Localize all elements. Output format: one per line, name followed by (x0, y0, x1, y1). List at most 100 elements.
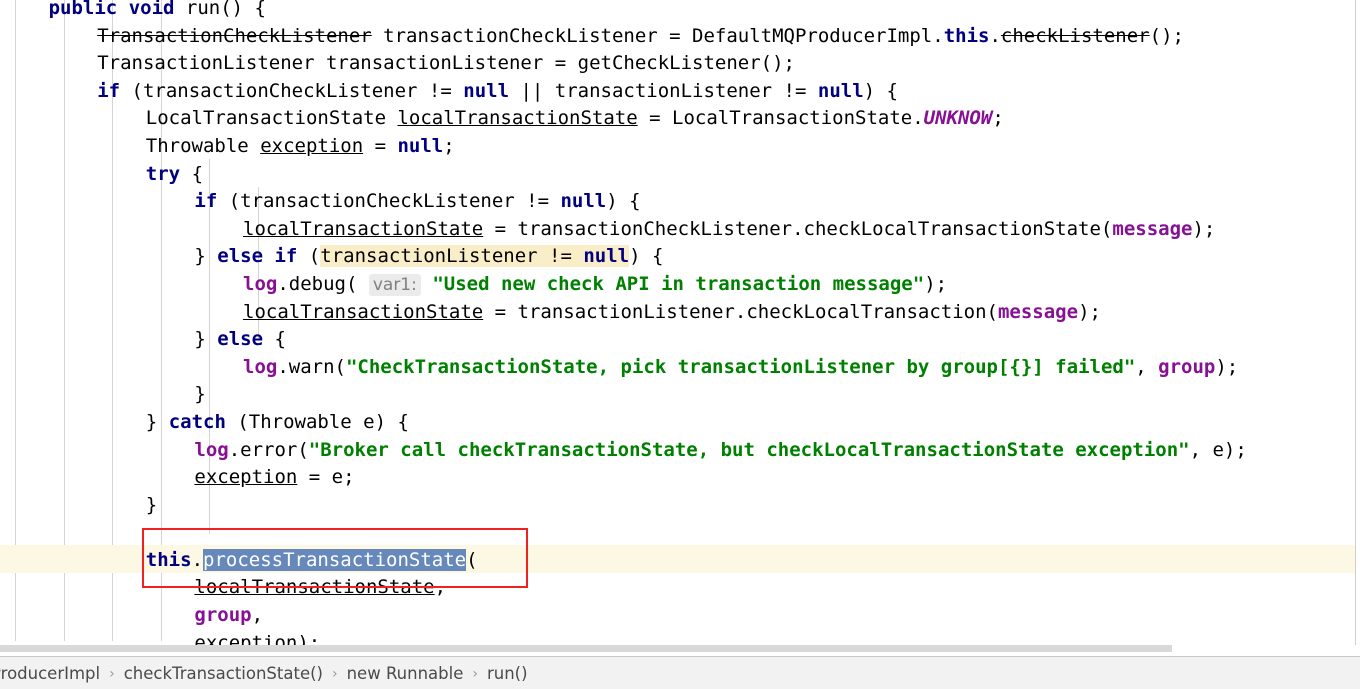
code-token: run() { (174, 0, 266, 19)
code-line[interactable]: group, (0, 602, 1360, 630)
code-token: ); (1078, 300, 1101, 323)
code-token: TransactionListener transactionListener … (97, 52, 795, 75)
code-line[interactable]: localTransactionState = transactionListe… (0, 299, 1360, 327)
code-token: (transactionCheckListener != (217, 190, 561, 213)
code-token: } (145, 493, 158, 516)
breadcrumb-item-check-transaction-state[interactable]: checkTransactionState() (124, 664, 323, 683)
code-token: ); (1192, 217, 1216, 240)
code-token: } (145, 410, 169, 433)
code-token: else (217, 328, 264, 351)
code-line[interactable]: if (transactionCheckListener != null) { (0, 188, 1360, 216)
code-token: null (397, 134, 444, 157)
code-line[interactable]: log.warn("CheckTransactionState, pick tr… (0, 354, 1360, 382)
breadcrumb-item-run[interactable]: run() (487, 664, 528, 683)
code-line[interactable]: } else { (0, 326, 1360, 354)
code-token: , (434, 576, 447, 599)
code-token: null (560, 190, 607, 213)
code-line[interactable]: log.debug( var1: "Used new check API in … (0, 271, 1360, 299)
code-line[interactable]: this.processTransactionState( (0, 547, 1360, 575)
code-token: exception (260, 134, 364, 157)
code-line[interactable]: exception = e; (0, 464, 1360, 492)
code-token: . (989, 24, 1001, 47)
code-token: } (194, 383, 206, 406)
code-line[interactable]: TransactionCheckListener transactionChec… (0, 23, 1360, 51)
code-token: ) { (629, 245, 664, 268)
breadcrumb-item-producer-impl[interactable]: ProducerImpl (0, 664, 100, 683)
code-line[interactable]: try { (0, 161, 1360, 189)
code-line[interactable]: } (0, 492, 1360, 520)
code-token: catch (168, 410, 226, 433)
code-line[interactable] (0, 519, 1360, 547)
code-token: transactionListener != (320, 245, 584, 268)
ide-editor-window: public void run() {TransactionCheckListe… (0, 0, 1360, 689)
code-token: ) { (863, 79, 898, 102)
breadcrumb-item-new-runnable[interactable]: new Runnable (347, 664, 464, 683)
code-line[interactable]: localTransactionState, (0, 574, 1360, 602)
code-token: "CheckTransactionState, pick transaction… (345, 355, 1136, 378)
code-line[interactable]: if (transactionCheckListener != null || … (0, 78, 1360, 106)
code-token: , (1135, 355, 1159, 378)
code-line[interactable]: log.error("Broker call checkTransactionS… (0, 437, 1360, 465)
code-token: void (128, 0, 175, 19)
code-line[interactable]: public void run() { (0, 0, 1360, 23)
code-token: Throwable (145, 134, 261, 157)
code-token: exception (194, 466, 298, 489)
code-token: ( (297, 245, 321, 268)
code-token: null (583, 245, 630, 268)
code-token: log (243, 272, 278, 295)
code-token: LocalTransactionState (145, 107, 398, 130)
code-token: public (48, 0, 118, 19)
code-token: ); (924, 272, 948, 295)
code-line[interactable]: } catch (Throwable e) { (0, 409, 1360, 437)
code-content[interactable]: public void run() {TransactionCheckListe… (0, 0, 1360, 652)
code-token: else if (217, 245, 298, 268)
code-token: "Broker call checkTransactionState, but … (308, 438, 1190, 461)
breadcrumb[interactable]: ProducerImpl › checkTransactionState() ›… (0, 656, 1360, 689)
code-editor[interactable]: public void run() {TransactionCheckListe… (0, 0, 1360, 652)
code-token: log (243, 355, 278, 378)
code-token: . (191, 548, 204, 571)
code-token: null (817, 79, 864, 102)
code-token: message (1112, 217, 1193, 240)
code-token: } (194, 328, 218, 351)
chevron-right-icon: › (472, 665, 478, 682)
code-token: transactionCheckListener = DefaultMQProd… (371, 24, 944, 47)
code-token: .warn( (277, 355, 346, 378)
code-token: localTransactionState (243, 217, 484, 240)
code-token: ) { (606, 190, 641, 213)
code-token: { (180, 162, 204, 185)
code-token: this (943, 24, 990, 47)
code-line[interactable]: localTransactionState = transactionCheck… (0, 216, 1360, 244)
code-token: = (363, 134, 398, 157)
code-token: = LocalTransactionState. (637, 107, 924, 130)
code-token: , e); (1189, 438, 1247, 461)
code-line[interactable]: } (0, 381, 1360, 409)
code-token: localTransactionState (243, 300, 484, 323)
code-token: processTransactionState (203, 548, 467, 571)
code-line[interactable]: TransactionListener transactionListener … (0, 50, 1360, 78)
horizontal-scrollbar-thumb[interactable] (0, 645, 1172, 652)
code-line[interactable]: LocalTransactionState localTransactionSt… (0, 105, 1360, 133)
code-token: if (97, 79, 121, 102)
code-line[interactable]: } else if (transactionListener != null) … (0, 243, 1360, 271)
code-token: TransactionCheckListener (97, 24, 372, 47)
code-token: localTransactionState (397, 107, 638, 130)
code-token: UNKNOW (923, 107, 993, 130)
code-token: = e; (297, 466, 355, 489)
code-token: = transactionCheckListener.checkLocalTra… (483, 217, 1113, 240)
code-token: log (194, 438, 229, 461)
code-token: (Throwable e) { (225, 410, 409, 433)
code-token: message (997, 300, 1079, 323)
code-token: { (263, 328, 286, 351)
code-token: (); (1149, 24, 1184, 47)
code-token: || transactionListener != (509, 79, 818, 102)
code-token: try (145, 162, 181, 185)
code-line[interactable]: Throwable exception = null; (0, 133, 1360, 161)
code-token: .debug( (277, 272, 369, 295)
code-token: null (463, 79, 510, 102)
code-token: group (194, 604, 252, 627)
chevron-right-icon: › (109, 665, 115, 682)
code-token: ; (992, 107, 1004, 130)
chevron-right-icon: › (331, 665, 338, 682)
